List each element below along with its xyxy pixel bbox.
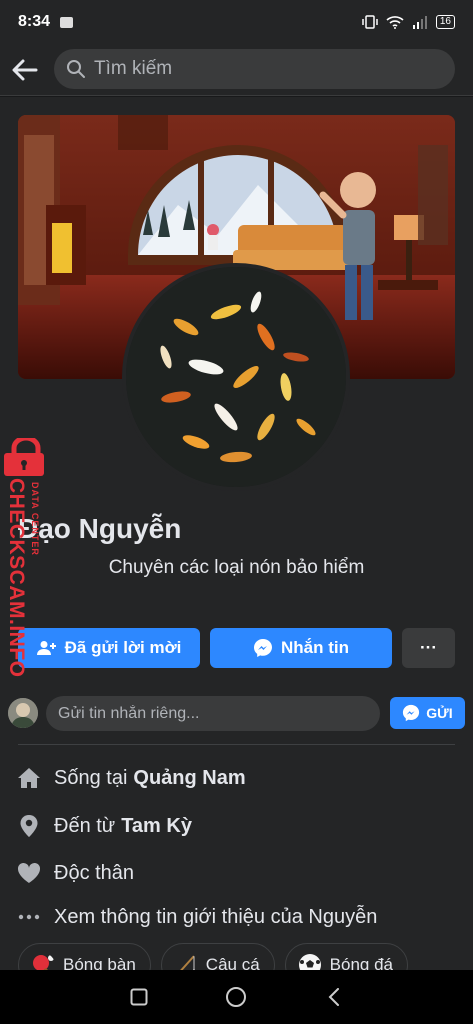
signal-icon bbox=[412, 16, 427, 29]
vibrate-icon bbox=[362, 15, 378, 29]
send-message-button[interactable]: GỬI bbox=[390, 697, 465, 729]
from-prefix: Đến từ bbox=[54, 814, 116, 837]
soccer-ball-icon bbox=[298, 954, 321, 970]
hobby-chip[interactable]: Bóng bàn bbox=[18, 943, 151, 970]
info-relationship: Độc thân bbox=[0, 853, 473, 893]
profile-picture[interactable] bbox=[122, 263, 350, 491]
more-horizontal-icon bbox=[18, 914, 40, 920]
lives-in-prefix: Sống tại bbox=[54, 766, 128, 789]
ping-pong-icon bbox=[33, 955, 54, 970]
from-place[interactable]: Tam Kỳ bbox=[121, 815, 192, 838]
top-search-bar bbox=[0, 44, 473, 96]
search-icon bbox=[67, 60, 85, 78]
message-button[interactable]: Nhắn tin bbox=[210, 628, 392, 668]
koi-fish-image bbox=[126, 267, 346, 487]
home-button[interactable] bbox=[216, 977, 256, 1017]
lives-in-place[interactable]: Quảng Nam bbox=[133, 767, 245, 790]
status-icons: 16 bbox=[362, 14, 455, 30]
message-label: Nhắn tin bbox=[281, 638, 349, 657]
more-dots-icon: ··· bbox=[420, 638, 437, 657]
system-navigation-bar bbox=[0, 970, 473, 1024]
hobby-label: Bóng bàn bbox=[63, 955, 136, 970]
relationship-status: Độc thân bbox=[54, 861, 135, 884]
home-icon bbox=[18, 768, 40, 788]
more-options-button[interactable]: ··· bbox=[402, 628, 455, 668]
profile-content: Đạo Nguyễn Chuyên các loại nón bảo hiểm … bbox=[0, 97, 473, 970]
friend-request-sent-button[interactable]: Đã gửi lời mời bbox=[18, 628, 200, 668]
private-message-row: GỬI bbox=[0, 694, 473, 734]
heart-icon bbox=[17, 862, 41, 883]
person-add-icon bbox=[36, 641, 56, 655]
send-label: GỬI bbox=[426, 705, 453, 721]
info-lives-in: Sống tại Quảng Nam bbox=[0, 758, 473, 798]
recents-button[interactable] bbox=[119, 977, 159, 1017]
see-about-info-link[interactable]: Xem thông tin giới thiệu của Nguyễn bbox=[0, 897, 473, 937]
profile-bio: Chuyên các loại nón bảo hiểm bbox=[108, 557, 365, 578]
messenger-icon bbox=[254, 639, 272, 657]
battery-icon: 16 bbox=[435, 15, 455, 29]
status-time: 8:34 bbox=[18, 13, 51, 30]
chevron-left-icon bbox=[328, 988, 340, 1006]
location-pin-icon bbox=[20, 815, 38, 837]
messenger-send-icon bbox=[403, 704, 420, 722]
search-input[interactable] bbox=[94, 58, 414, 80]
fishing-rod-icon bbox=[179, 955, 195, 970]
hobby-label: Bóng đá bbox=[329, 955, 394, 970]
circle-icon bbox=[226, 987, 247, 1007]
see-about-info-label: Xem thông tin giới thiệu của Nguyễn bbox=[54, 905, 378, 928]
hobbies-list: Bóng bàn Câu cá Bóng đá bbox=[18, 943, 409, 970]
section-divider bbox=[18, 744, 455, 745]
hobby-label: Câu cá bbox=[205, 955, 260, 970]
hobby-chip[interactable]: Bóng đá bbox=[284, 943, 409, 970]
square-icon bbox=[130, 988, 148, 1006]
my-avatar bbox=[8, 698, 38, 728]
profile-name: Đạo Nguyễn bbox=[18, 513, 182, 544]
friend-request-sent-label: Đã gửi lời mời bbox=[64, 638, 182, 657]
wifi-icon bbox=[386, 16, 404, 29]
back-button[interactable] bbox=[0, 59, 50, 81]
search-box[interactable] bbox=[54, 49, 455, 89]
system-back-button[interactable] bbox=[314, 977, 354, 1017]
arrow-left-icon bbox=[12, 59, 38, 80]
gallery-notification-icon bbox=[60, 16, 74, 28]
private-message-input[interactable] bbox=[46, 696, 380, 731]
hobby-chip[interactable]: Câu cá bbox=[160, 943, 275, 970]
info-from: Đến từ Tam Kỳ bbox=[0, 806, 473, 846]
status-bar: 8:34 16 bbox=[0, 0, 473, 44]
